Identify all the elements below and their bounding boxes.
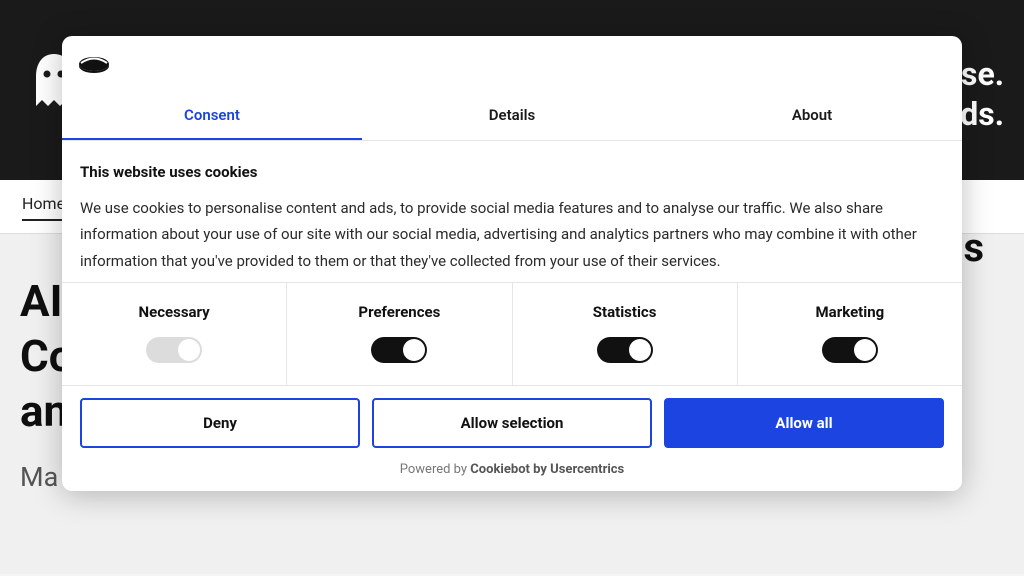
toggle-knob	[403, 339, 425, 361]
cookie-categories: Necessary Preferences Statistics Marketi…	[62, 282, 962, 385]
cookie-modal: Consent Details About This website uses …	[62, 36, 962, 491]
category-label-necessary: Necessary	[70, 303, 278, 321]
powered-by[interactable]: Powered by Cookiebot by Usercentrics	[62, 452, 962, 491]
cookies-title: This website uses cookies	[80, 163, 944, 181]
deny-button[interactable]: Deny	[80, 398, 360, 448]
cookiebot-icon	[78, 54, 110, 78]
allow-all-button[interactable]: Allow all	[664, 398, 944, 448]
modal-logo	[62, 36, 962, 82]
category-label-statistics: Statistics	[521, 303, 729, 321]
powered-prefix: Powered by	[400, 462, 471, 477]
toggle-marketing[interactable]	[822, 337, 878, 363]
toggle-knob	[629, 339, 651, 361]
powered-brand: Cookiebot by Usercentrics	[470, 462, 624, 477]
toggle-knob	[854, 339, 876, 361]
toggle-knob	[178, 339, 200, 361]
tab-consent[interactable]: Consent	[62, 90, 362, 140]
toggle-necessary	[146, 337, 202, 363]
category-necessary: Necessary	[62, 283, 287, 385]
category-preferences: Preferences	[287, 283, 512, 385]
modal-body: This website uses cookies We use cookies…	[62, 141, 962, 282]
modal-overlay: Consent Details About This website uses …	[0, 0, 1024, 576]
category-statistics: Statistics	[513, 283, 738, 385]
toggle-preferences[interactable]	[371, 337, 427, 363]
tab-about[interactable]: About	[662, 90, 962, 140]
modal-tabs: Consent Details About	[62, 90, 962, 141]
cookies-description: We use cookies to personalise content an…	[80, 195, 944, 274]
category-label-preferences: Preferences	[295, 303, 503, 321]
modal-buttons: Deny Allow selection Allow all	[62, 385, 962, 452]
toggle-statistics[interactable]	[597, 337, 653, 363]
category-label-marketing: Marketing	[746, 303, 954, 321]
category-marketing: Marketing	[738, 283, 962, 385]
tab-details[interactable]: Details	[362, 90, 662, 140]
allow-selection-button[interactable]: Allow selection	[372, 398, 652, 448]
